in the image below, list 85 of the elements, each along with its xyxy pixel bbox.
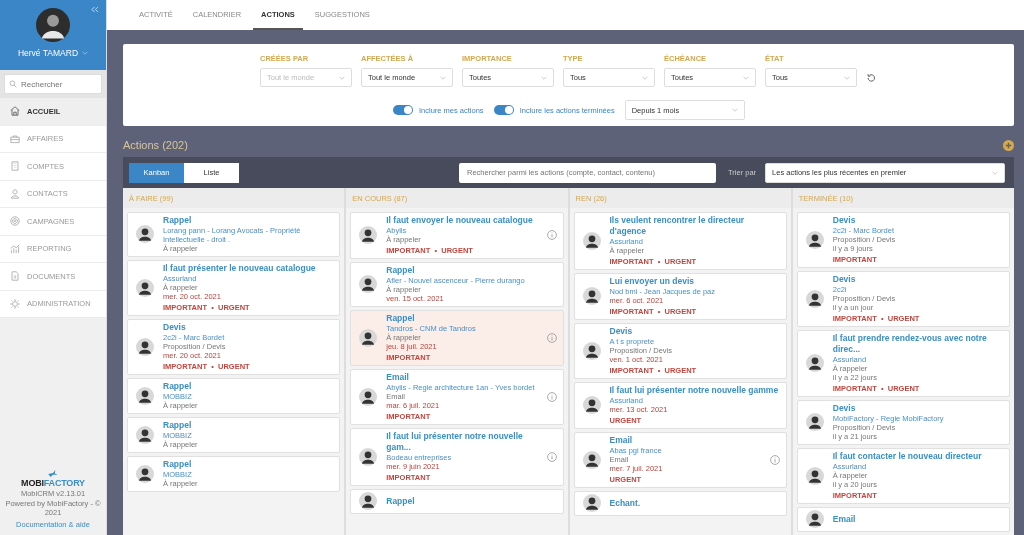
- card-title: Rappel: [163, 459, 193, 470]
- card-title: Echant.: [609, 497, 642, 509]
- avatar: [582, 396, 601, 414]
- chevron-icon: [440, 75, 446, 80]
- card-title: Email: [386, 372, 410, 383]
- avatar: [582, 341, 601, 360]
- nav-icon: [9, 270, 21, 283]
- logo: MOBIFACTORY: [21, 478, 85, 488]
- avatar: [36, 8, 70, 42]
- action-card[interactable]: Email: [796, 507, 1010, 532]
- chevron-icon[interactable]: [82, 51, 89, 55]
- avatar: [805, 510, 824, 528]
- action-card[interactable]: Echant.: [573, 491, 787, 516]
- nav-icon: [9, 297, 21, 310]
- collapse-icon[interactable]: [90, 6, 99, 13]
- avatar: [805, 354, 824, 372]
- avatar: [805, 289, 824, 308]
- card-title: Devis: [832, 274, 857, 285]
- avatar: [359, 387, 378, 406]
- avatar: [805, 413, 824, 431]
- info-icon[interactable]: [546, 230, 557, 240]
- avatar: [136, 337, 154, 356]
- reset-icon[interactable]: [866, 73, 876, 83]
- card-title: Devis: [609, 326, 634, 337]
- card-title: Il faut lui présenter notre nouvelle gam...: [386, 431, 524, 453]
- avatar: [359, 492, 378, 510]
- avatar: [582, 494, 601, 512]
- search-icon: [9, 80, 17, 88]
- avatar: [359, 226, 378, 244]
- avatar: [805, 230, 824, 249]
- card-title: Rappel: [163, 381, 193, 392]
- card-title: Il faut présenter le nouveau catalogue: [163, 263, 317, 274]
- nav-icon: [9, 160, 21, 173]
- card-title: Email: [832, 513, 857, 525]
- section-title: Actions (202): [123, 139, 188, 151]
- chevron-icon: [731, 108, 738, 112]
- avatar: [805, 466, 824, 485]
- nav-icon: [9, 105, 21, 118]
- card-title: Devis: [832, 215, 857, 226]
- card-title: Lui envoyer un devis: [609, 276, 696, 287]
- avatar: [582, 287, 601, 305]
- card-title: Email: [609, 435, 634, 446]
- toggle-switch[interactable]: [393, 105, 413, 115]
- chevron-icon: [339, 75, 345, 80]
- avatar: [136, 278, 154, 297]
- chevron-icon: [642, 75, 648, 80]
- card-title: Il faut lui présenter notre nouvelle gamme: [609, 385, 780, 396]
- avatar: [582, 450, 601, 469]
- avatar: [359, 447, 378, 466]
- add-icon[interactable]: [1003, 139, 1014, 151]
- toggle-switch[interactable]: [493, 105, 514, 115]
- info-icon[interactable]: [769, 454, 780, 465]
- nav-icon: [9, 187, 21, 200]
- card-title: Devis: [832, 403, 857, 414]
- chevron-icon: [844, 75, 850, 80]
- card-title: Il faut prendre rendez-vous avec notre direc...: [832, 333, 988, 355]
- avatar: [136, 425, 154, 444]
- card-title: Rappel: [163, 420, 193, 431]
- card-title: Rappel: [386, 495, 416, 507]
- card-title: Rappel: [386, 265, 416, 276]
- card-title: Il faut envoyer le nouveau catalogue: [386, 215, 534, 226]
- search-field[interactable]: Rechercher: [4, 74, 102, 94]
- card-title: Devis: [163, 322, 187, 333]
- chevron-icon: [541, 75, 547, 80]
- nav-icon: [9, 132, 21, 145]
- avatar: [359, 328, 378, 347]
- nav-icon: [9, 215, 21, 228]
- chevron-icon: [743, 75, 749, 80]
- card-title: Ils veulent rencontrer le directeur d'agence: [609, 215, 746, 237]
- card-title: Rappel: [163, 215, 193, 226]
- nav-icon: [9, 242, 21, 255]
- chevron-icon: [992, 170, 999, 175]
- action-card[interactable]: Rappel: [350, 489, 564, 514]
- avatar: [136, 386, 154, 405]
- avatar: [359, 275, 378, 293]
- info-icon[interactable]: [546, 391, 557, 402]
- card-title: Il faut contacter le nouveau directeur: [832, 451, 983, 462]
- bird-icon: [47, 469, 59, 478]
- card-title: Rappel: [386, 313, 416, 324]
- user-name[interactable]: Hervé TAMARD: [17, 48, 79, 58]
- avatar: [136, 225, 154, 243]
- info-icon[interactable]: [546, 332, 557, 343]
- avatar: [136, 464, 154, 483]
- avatar: [582, 231, 601, 250]
- info-icon[interactable]: [546, 451, 557, 462]
